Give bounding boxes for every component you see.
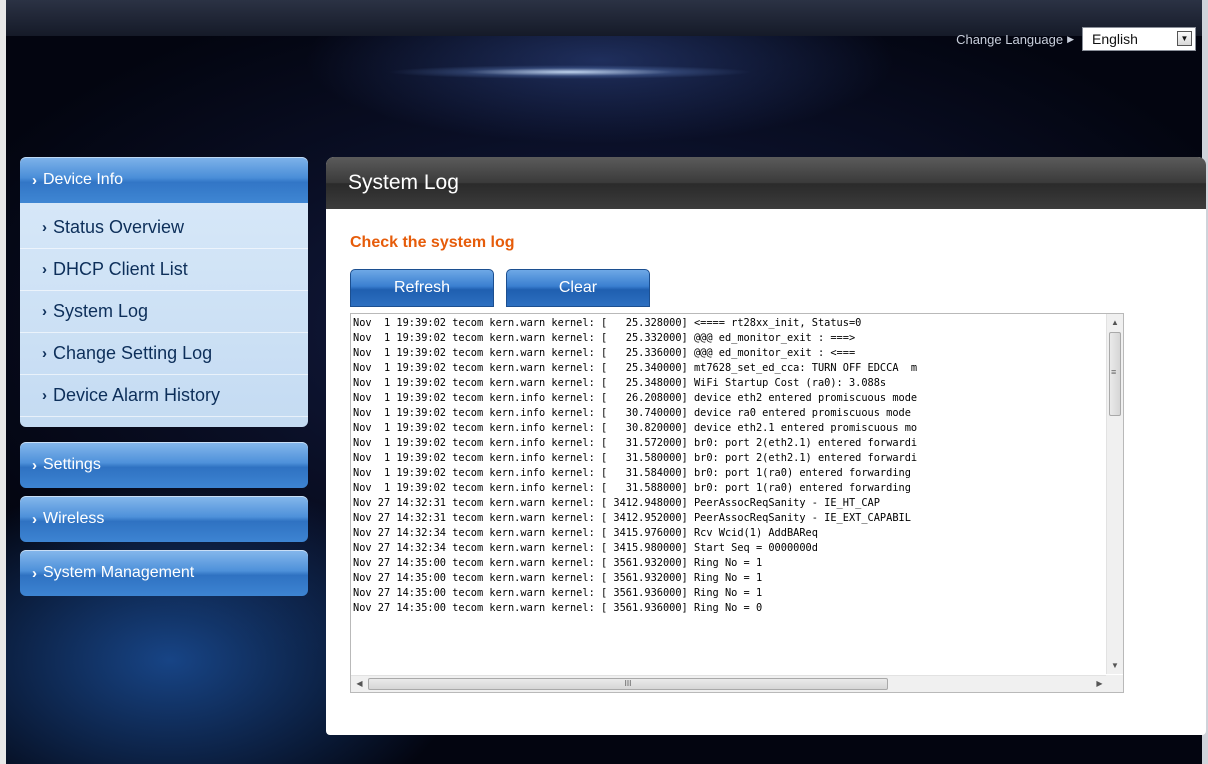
- vertical-scrollbar[interactable]: ▲ ≡ ▼: [1106, 314, 1123, 674]
- sidebar-item-label: System Management: [43, 564, 195, 581]
- vertical-scroll-thumb[interactable]: ≡: [1109, 332, 1121, 416]
- log-line: Nov 1 19:39:02 tecom kern.warn kernel: […: [353, 332, 856, 344]
- log-line: Nov 1 19:39:02 tecom kern.info kernel: […: [353, 407, 911, 419]
- log-line: Nov 27 14:32:34 tecom kern.warn kernel: …: [353, 527, 818, 539]
- system-log-textarea[interactable]: Nov 1 19:39:02 tecom kern.warn kernel: […: [350, 313, 1124, 693]
- chevron-right-icon: ›: [42, 261, 47, 278]
- triangle-right-icon: ▶: [1067, 33, 1074, 44]
- horizontal-scrollbar[interactable]: ◀ III ▶: [351, 675, 1108, 692]
- left-border: [0, 0, 6, 764]
- refresh-button[interactable]: Refresh: [350, 269, 494, 307]
- section-subtitle: Check the system log: [350, 234, 515, 251]
- log-line: Nov 27 14:35:00 tecom kern.warn kernel: …: [353, 602, 763, 614]
- log-line: Nov 1 19:39:02 tecom kern.info kernel: […: [353, 482, 911, 494]
- chevron-right-icon: ›: [32, 564, 37, 582]
- log-content: Nov 1 19:39:02 tecom kern.warn kernel: […: [353, 316, 1105, 674]
- log-line: Nov 1 19:39:02 tecom kern.info kernel: […: [353, 452, 918, 464]
- sidebar-item-change-setting-log[interactable]: › Change Setting Log: [20, 333, 308, 375]
- sidebar-submenu: › Status Overview › DHCP Client List › S…: [20, 203, 308, 427]
- scroll-left-icon[interactable]: ◀: [351, 676, 368, 692]
- log-line: Nov 1 19:39:02 tecom kern.info kernel: […: [353, 422, 918, 434]
- sidebar-item-label: Wireless: [43, 510, 105, 527]
- scroll-up-icon[interactable]: ▲: [1107, 314, 1123, 331]
- sidebar-item-label: Status Overview: [53, 217, 185, 237]
- horizontal-scroll-thumb[interactable]: III: [368, 678, 888, 690]
- sidebar-item-label: Settings: [43, 456, 101, 473]
- sidebar-item-dhcp-client-list[interactable]: › DHCP Client List: [20, 249, 308, 291]
- chevron-right-icon: ›: [32, 456, 37, 474]
- log-line: Nov 27 14:35:00 tecom kern.warn kernel: …: [353, 557, 763, 569]
- log-line: Nov 27 14:35:00 tecom kern.warn kernel: …: [353, 587, 763, 599]
- log-line: Nov 1 19:39:02 tecom kern.warn kernel: […: [353, 317, 862, 329]
- scrollbar-corner: [1106, 675, 1123, 692]
- sidebar-item-label: System Log: [53, 301, 149, 321]
- language-selected-value: English: [1092, 31, 1138, 47]
- sidebar-item-settings[interactable]: › Settings: [20, 442, 308, 488]
- language-area: Change Language ▶ English ▼: [956, 27, 1196, 51]
- log-line: Nov 1 19:39:02 tecom kern.info kernel: […: [353, 467, 911, 479]
- log-line: Nov 1 19:39:02 tecom kern.info kernel: […: [353, 437, 918, 449]
- log-line: Nov 1 19:39:02 tecom kern.warn kernel: […: [353, 362, 918, 374]
- chevron-right-icon: ›: [42, 387, 47, 404]
- chevron-right-icon: ›: [32, 510, 37, 528]
- clear-button[interactable]: Clear: [506, 269, 650, 307]
- log-line: Nov 27 14:32:34 tecom kern.warn kernel: …: [353, 542, 818, 554]
- log-line: Nov 1 19:39:02 tecom kern.warn kernel: […: [353, 347, 856, 359]
- chevron-right-icon: ›: [32, 171, 37, 189]
- chevron-right-icon: ›: [42, 345, 47, 362]
- sidebar-item-label: Device Info: [43, 171, 124, 188]
- sidebar: › Device Info › Status Overview › DHCP C…: [20, 157, 308, 427]
- sidebar-item-label: Change Setting Log: [53, 343, 213, 363]
- chevron-right-icon: ›: [42, 219, 47, 236]
- thumb-grip-icon: ≡: [1111, 367, 1117, 377]
- sidebar-item-system-log[interactable]: › System Log: [20, 291, 308, 333]
- sidebar-item-label: DHCP Client List: [53, 259, 188, 279]
- log-line: Nov 27 14:32:31 tecom kern.warn kernel: …: [353, 512, 911, 524]
- sidebar-item-wireless[interactable]: › Wireless: [20, 496, 308, 542]
- scroll-down-icon[interactable]: ▼: [1107, 657, 1123, 674]
- sidebar-item-device-info[interactable]: › Device Info: [20, 157, 308, 203]
- log-line: Nov 27 14:32:31 tecom kern.warn kernel: …: [353, 497, 880, 509]
- change-language-label: Change Language: [956, 31, 1064, 47]
- main-panel: System Log Check the system log Refresh …: [326, 157, 1206, 735]
- dropdown-arrow-icon[interactable]: ▼: [1177, 31, 1192, 46]
- log-line: Nov 27 14:35:00 tecom kern.warn kernel: …: [353, 572, 763, 584]
- log-line: Nov 1 19:39:02 tecom kern.warn kernel: […: [353, 377, 887, 389]
- sidebar-item-label: Device Alarm History: [53, 385, 221, 405]
- language-select[interactable]: English ▼: [1082, 27, 1196, 51]
- chevron-right-icon: ›: [42, 303, 47, 320]
- sidebar-item-device-alarm-history[interactable]: › Device Alarm History: [20, 375, 308, 417]
- page-title: System Log: [326, 157, 1206, 209]
- log-line: Nov 1 19:39:02 tecom kern.info kernel: […: [353, 392, 918, 404]
- sidebar-item-status-overview[interactable]: › Status Overview: [20, 207, 308, 249]
- sidebar-item-system-management[interactable]: › System Management: [20, 550, 308, 596]
